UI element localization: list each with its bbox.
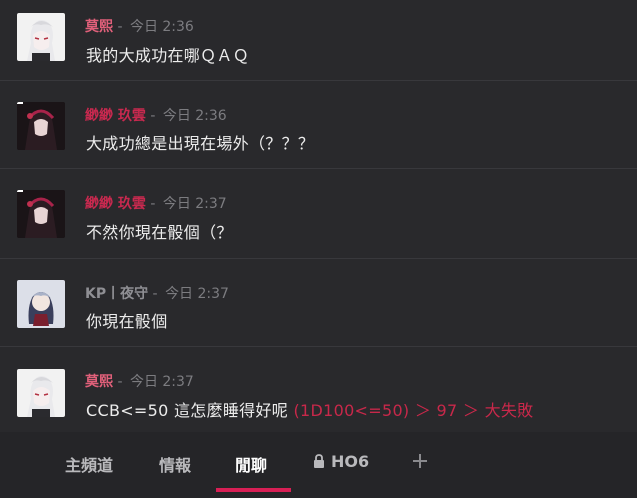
message-text: 你現在骰個 (86, 312, 168, 331)
timestamp: 今日 2:37 (165, 286, 229, 302)
message-header: 莫熙 - 今日 2:37 (85, 371, 194, 391)
message-header: 緲緲 玖雲 - 今日 2:36 (85, 105, 227, 125)
message-body: CCB<=50 這怎麼睡得好呢 (86, 401, 294, 420)
author-name[interactable]: 莫熙 (85, 19, 113, 35)
timestamp: 今日 2:36 (129, 19, 194, 35)
message-text: CCB<=50 這怎麼睡得好呢 (1D100<=50) ＞ 97 ＞ 大失敗 (86, 397, 533, 421)
lock-icon (313, 453, 325, 472)
avatar[interactable] (17, 190, 65, 238)
tab-main-channel[interactable]: 主頻道 (65, 452, 113, 476)
dice-roll-result: (1D100<=50) ＞ 97 ＞ 大失敗 (293, 401, 534, 420)
chat-log: 莫熙 - 今日 2:36 我的大成功在哪ＱＡＱ 緲緲 玖雲 - 今日 2:36 … (0, 0, 637, 432)
timestamp: 今日 2:37 (162, 196, 227, 212)
author-name[interactable]: KP丨夜守 (85, 286, 148, 302)
channel-tab-bar: 主頻道 情報 閒聊 HO6 (0, 432, 637, 498)
separator: - (148, 286, 163, 302)
author-name[interactable]: 莫熙 (85, 374, 113, 390)
message-divider (0, 80, 637, 81)
message-divider (0, 168, 637, 169)
author-name[interactable]: 緲緲 玖雲 (85, 196, 146, 212)
separator: - (145, 196, 160, 212)
message-text: 我的大成功在哪ＱＡＱ (86, 46, 250, 65)
separator: - (113, 374, 127, 390)
message-header: KP丨夜守 - 今日 2:37 (85, 283, 229, 303)
message-header: 緲緲 玖雲 - 今日 2:37 (85, 193, 227, 213)
separator: - (113, 19, 127, 35)
message-text: 不然你現在骰個（？ (86, 223, 233, 242)
active-tab-indicator (216, 488, 291, 492)
avatar[interactable] (17, 369, 65, 417)
plus-icon[interactable] (412, 450, 428, 475)
tab-label: HO6 (331, 452, 370, 471)
avatar[interactable] (17, 13, 65, 61)
timestamp: 今日 2:36 (162, 108, 227, 124)
timestamp: 今日 2:37 (129, 374, 194, 390)
tab-intel[interactable]: 情報 (159, 452, 191, 476)
tab-ho6[interactable]: HO6 (313, 452, 369, 472)
message-header: 莫熙 - 今日 2:36 (85, 16, 194, 36)
message-divider (0, 258, 637, 259)
separator: - (145, 108, 160, 124)
message-text: 大成功總是出現在場外（？？？ (86, 134, 315, 153)
avatar[interactable] (17, 102, 65, 150)
message-divider (0, 346, 637, 347)
author-name[interactable]: 緲緲 玖雲 (85, 108, 146, 124)
tab-chat[interactable]: 閒聊 (235, 452, 267, 476)
avatar[interactable] (17, 280, 65, 328)
